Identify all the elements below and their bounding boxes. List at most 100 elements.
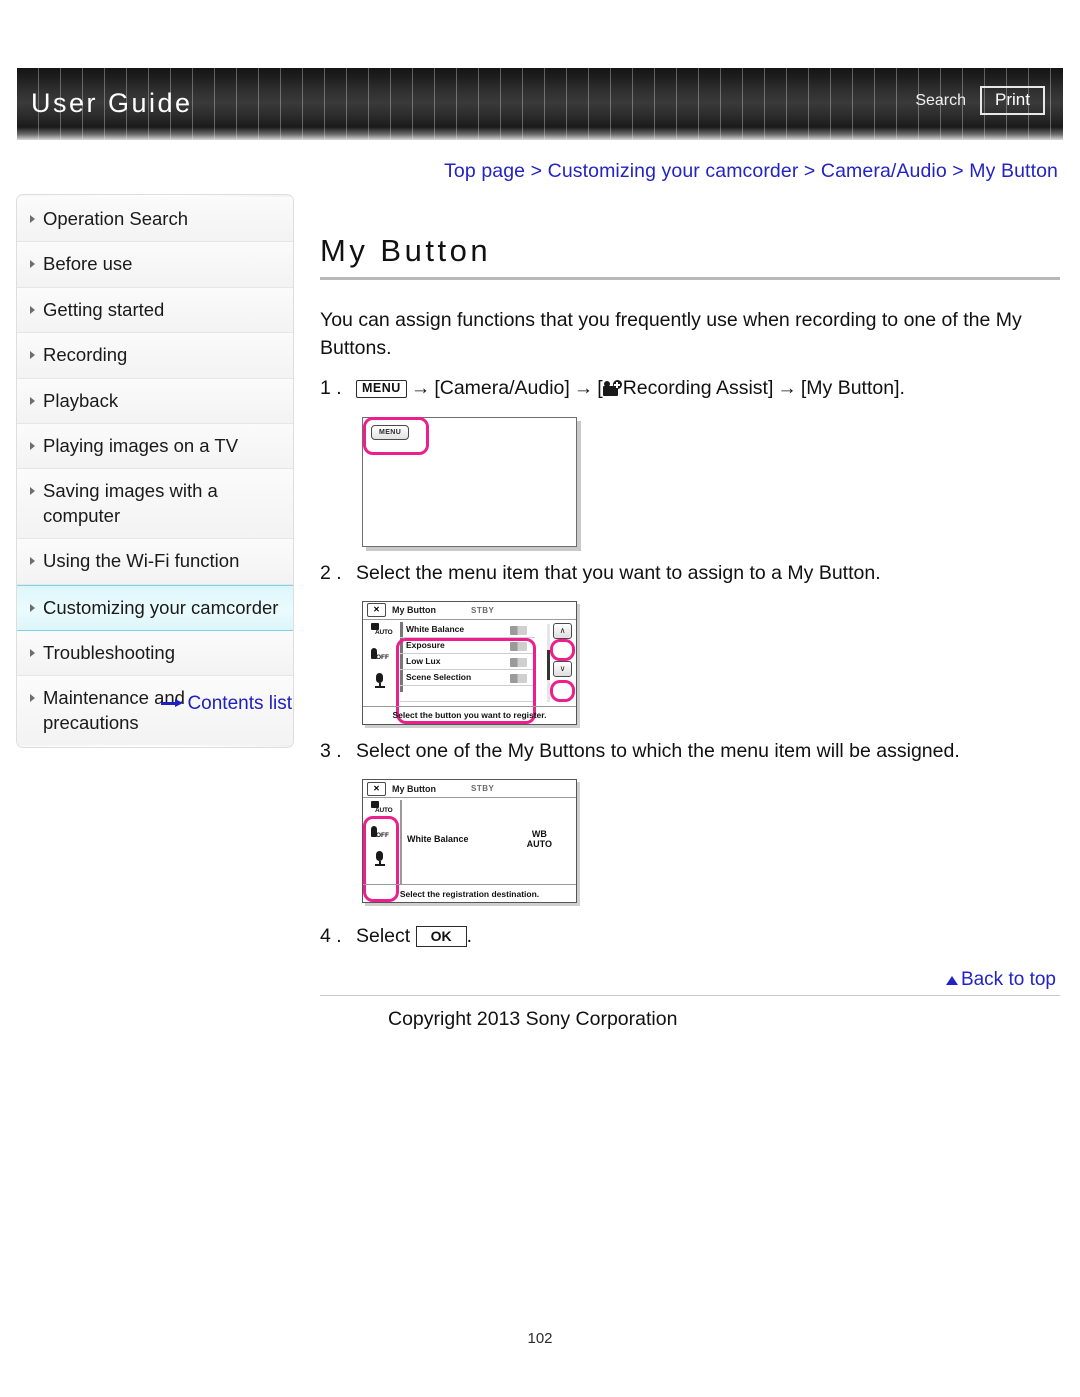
scrollbar-thumb[interactable] — [547, 649, 550, 680]
site-title: User Guide — [31, 88, 193, 118]
sidebar-item-using-the-wifi-function[interactable]: Using the Wi-Fi function — [17, 539, 293, 585]
sidebar-item-saving-images-with-a-computer[interactable]: Saving images with a computer — [17, 469, 293, 540]
right-arrow-icon — [161, 699, 184, 707]
auto-icon: AUTO — [369, 622, 393, 639]
close-icon[interactable]: ✕ — [367, 603, 386, 618]
camcorder-screen-blank: MENU — [362, 416, 577, 547]
bullet-caret-icon — [30, 649, 35, 658]
print-button[interactable]: Print — [980, 86, 1045, 115]
list-item-value-icon — [510, 673, 527, 683]
scroll-up-button[interactable]: ∧ — [553, 622, 572, 639]
list-item-label: Low Lux — [406, 656, 441, 667]
highlight-box-scroll-down — [550, 679, 575, 702]
status-badge: STBY — [471, 784, 495, 794]
bullet-caret-icon — [30, 557, 35, 566]
bullet-caret-icon — [30, 487, 35, 496]
figure-step-2: ✕ My Button STBY AUTO OFF White Balance … — [362, 600, 1060, 725]
auto-label: AUTO — [375, 628, 393, 636]
step-1-recording-assist: Recording Assist] — [622, 377, 774, 400]
arrow-icon: → — [573, 377, 594, 400]
sidebar-item-label: Getting started — [43, 298, 165, 320]
off-label: OFF — [376, 832, 389, 840]
step-3: 3 . Select one of the My Buttons to whic… — [320, 738, 1060, 765]
bullet-caret-icon — [30, 260, 35, 269]
screen-title: My Button — [392, 783, 436, 794]
step-4-period: . — [466, 925, 473, 948]
screen-body: AUTO OFF White Balance Exposure Low Lux … — [363, 620, 576, 724]
vertical-divider — [400, 800, 402, 885]
menu-button-on-screen[interactable]: MENU — [371, 424, 410, 440]
sidebar-item-label: Operation Search — [43, 208, 189, 229]
sidebar-item-operation-search[interactable]: Operation Search — [17, 197, 293, 243]
scrollbar[interactable] — [547, 623, 550, 702]
scroll-down-button[interactable]: ∨ — [553, 660, 572, 677]
screen-hint: Select the registration destination. — [363, 884, 576, 902]
sidebar-item-troubleshooting[interactable]: Troubleshooting — [17, 631, 293, 677]
list-item-value-icon — [510, 625, 527, 635]
breadcrumb[interactable]: Top page > Customizing your camcorder > … — [320, 160, 1060, 183]
sidebar-item-playing-images-on-a-tv[interactable]: Playing images on a TV — [17, 424, 293, 470]
main-content: Top page > Customizing your camcorder > … — [320, 160, 1060, 1031]
step-1: 1 . MENU → [Camera/Audio] →[Recording Assis… — [320, 375, 1060, 402]
sidebar-item-label: Customizing your camcorder — [43, 596, 279, 618]
list-item-value-icon — [510, 657, 527, 667]
auto-label: AUTO — [375, 807, 393, 815]
sidebar-item-getting-started[interactable]: Getting started — [17, 287, 293, 334]
mic-icon[interactable] — [369, 851, 391, 867]
camcorder-my-button-list-screen: ✕ My Button STBY AUTO OFF White Balance … — [362, 600, 577, 725]
my-button-rail: AUTO OFF — [365, 801, 395, 867]
menu-item-list: White Balance Exposure Low Lux Scene Sel… — [400, 622, 535, 702]
sidebar-item-before-use[interactable]: Before use — [17, 242, 293, 288]
close-icon[interactable]: ✕ — [367, 781, 386, 796]
list-item-value-icon — [510, 641, 527, 651]
contents-list-link[interactable]: Contents list — [16, 693, 294, 715]
figure-step-3: ✕ My Button STBY AUTO OFF White Balance … — [362, 779, 1060, 904]
search-button[interactable]: Search — [915, 92, 966, 110]
step-3-text: Select one of the My Buttons to which th… — [356, 739, 960, 762]
bullet-caret-icon — [30, 442, 35, 451]
sidebar-item-label: Playing images on a TV — [43, 435, 239, 457]
sidebar-item-playback[interactable]: Playback — [17, 378, 293, 425]
list-item[interactable]: Low Lux — [400, 654, 535, 670]
arrow-icon: → — [777, 377, 797, 400]
list-item[interactable]: Exposure — [400, 638, 535, 654]
list-item-label: White Balance — [406, 624, 465, 635]
screen-body: AUTO OFF White Balance WB AUTO — [363, 798, 576, 903]
page-title: My Button — [320, 233, 492, 268]
back-to-top-link[interactable]: Back to top — [320, 969, 1060, 991]
step-1-body: MENU → [Camera/Audio] →[Recording Assist] →[… — [356, 375, 1060, 402]
screen-hint: Select the button you want to register. — [363, 705, 576, 724]
sidebar-item-label: Playback — [43, 389, 119, 411]
sidebar-item-label: Saving images with a computer — [43, 480, 218, 526]
list-item[interactable]: Scene Selection — [400, 670, 535, 686]
back-to-top-label: Back to top — [960, 968, 1056, 990]
sidebar-item-recording[interactable]: Recording — [17, 333, 293, 379]
list-item[interactable]: White Balance — [400, 622, 535, 638]
screen-title: My Button — [392, 605, 436, 616]
intro-paragraph: You can assign functions that you freque… — [320, 309, 1022, 359]
step-4-body: Select OK. — [356, 923, 1060, 950]
camcorder-my-button-destination-screen: ✕ My Button STBY AUTO OFF White Balance … — [362, 779, 577, 904]
step-2: 2 . Select the menu item that you want t… — [320, 560, 1060, 587]
step-1-camera-audio: [Camera/Audio] — [434, 377, 570, 400]
step-1-number: 1 . — [320, 377, 342, 400]
list-item-label: Exposure — [406, 640, 445, 651]
left-icon-rail: AUTO OFF — [365, 622, 395, 689]
auto-icon[interactable]: AUTO — [369, 801, 393, 817]
screen-titlebar: ✕ My Button STBY — [363, 780, 576, 799]
flash-off-icon[interactable]: OFF — [369, 826, 391, 842]
title-divider — [320, 277, 1060, 280]
bullet-caret-icon — [30, 603, 35, 612]
list-item-partial[interactable] — [400, 686, 535, 702]
list-item-label: Scene Selection — [406, 672, 472, 683]
recording-assist-icon — [602, 380, 622, 397]
assigned-item-label: White Balance — [407, 834, 469, 845]
step-1-my-button: [My Button]. — [800, 377, 905, 400]
step-2-number: 2 . — [320, 561, 342, 584]
sidebar-item-label: Troubleshooting — [43, 642, 175, 664]
sidebar-item-label: Recording — [43, 344, 128, 366]
bullet-caret-icon — [30, 351, 35, 360]
sidebar-nav: Operation Search Before use Getting star… — [16, 194, 294, 749]
assigned-value-line2: AUTO — [526, 838, 552, 849]
sidebar-item-customizing-your-camcorder[interactable]: Customizing your camcorder — [17, 584, 293, 632]
